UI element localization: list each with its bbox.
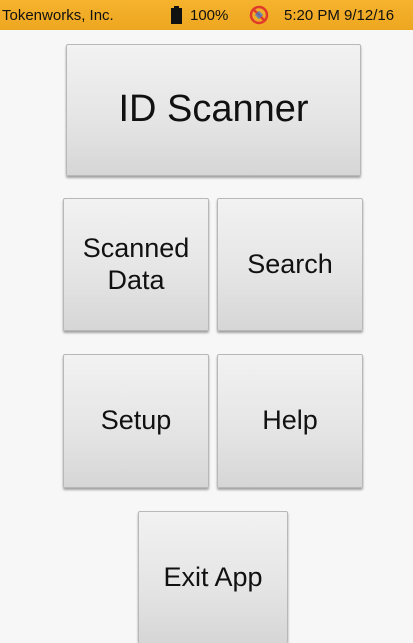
battery-level: 100% <box>190 7 229 24</box>
search-label: Search <box>247 248 333 279</box>
setup-button[interactable]: Setup <box>63 354 209 488</box>
no-sign-icon <box>249 5 269 25</box>
scanned-data-label: Scanned Data <box>82 233 190 295</box>
setup-label: Setup <box>100 405 172 436</box>
help-label: Help <box>262 405 318 436</box>
exit-app-button[interactable]: Exit App <box>138 511 288 643</box>
company-name: Tokenworks, Inc. <box>2 7 114 24</box>
status-datetime: 5:20 PM 9/12/16 <box>284 7 395 24</box>
exit-app-label: Exit App <box>163 561 263 592</box>
search-button[interactable]: Search <box>217 198 363 331</box>
status-bar: Tokenworks, Inc. 100% 5:20 PM 9/12/16 <box>0 0 413 30</box>
help-button[interactable]: Help <box>217 354 363 488</box>
id-scanner-button[interactable]: ID Scanner <box>66 44 361 176</box>
battery-icon <box>171 6 182 24</box>
id-scanner-label: ID Scanner <box>118 88 309 131</box>
scanned-data-button[interactable]: Scanned Data <box>63 198 209 331</box>
